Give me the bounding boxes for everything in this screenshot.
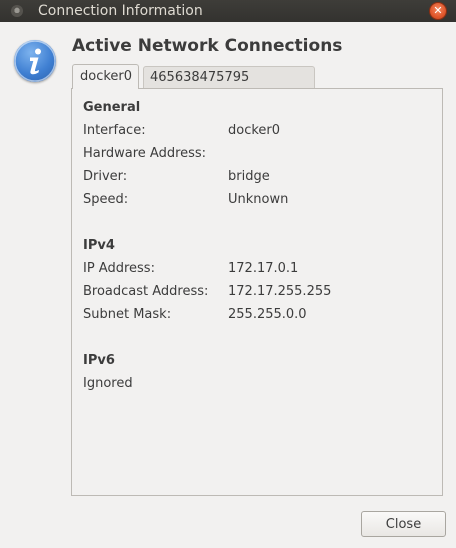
- tab-default-connection[interactable]: 465638475795 (default): [143, 66, 315, 107]
- interface-label: Interface:: [83, 123, 146, 138]
- subnet-mask-value: 255.255.0.0: [228, 307, 307, 322]
- ip-address-label: IP Address:: [83, 261, 155, 276]
- connection-info-window: Connection Information ✕ Active Network …: [0, 0, 456, 548]
- ip-address-value: 172.17.0.1: [228, 261, 299, 276]
- title-bar[interactable]: Connection Information ✕: [0, 0, 456, 22]
- ipv6-status: Ignored: [83, 376, 133, 391]
- driver-value: bridge: [228, 169, 270, 184]
- page-title: Active Network Connections: [72, 36, 343, 56]
- tab-docker0[interactable]: docker0: [72, 64, 139, 89]
- speed-label: Speed:: [83, 192, 129, 207]
- section-title-ipv4: IPv4: [83, 238, 115, 253]
- section-title-ipv6: IPv6: [83, 353, 115, 368]
- interface-value: docker0: [228, 123, 281, 138]
- broadcast-address-value: 172.17.255.255: [228, 284, 332, 299]
- window-title: Connection Information: [38, 3, 203, 19]
- window-menu-icon[interactable]: [11, 5, 23, 17]
- broadcast-address-label: Broadcast Address:: [83, 284, 209, 299]
- hardware-address-label: Hardware Address:: [83, 146, 207, 161]
- close-button[interactable]: Close: [361, 511, 446, 537]
- section-title-general: General: [83, 100, 141, 115]
- speed-value: Unknown: [228, 192, 289, 207]
- driver-label: Driver:: [83, 169, 128, 184]
- info-icon: [14, 40, 56, 82]
- window-close-icon[interactable]: ✕: [430, 3, 446, 19]
- subnet-mask-label: Subnet Mask:: [83, 307, 172, 322]
